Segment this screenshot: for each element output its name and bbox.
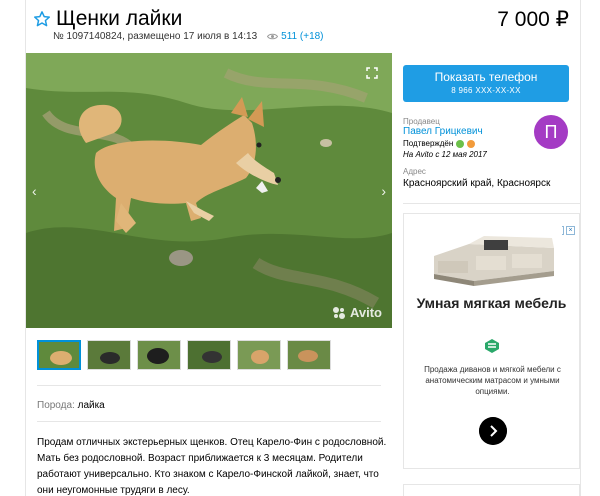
divider [403, 203, 580, 204]
breed-label: Порода: [37, 400, 75, 411]
verified-text: Подтверждён [403, 139, 454, 148]
page-title: Щенки лайки [56, 7, 183, 30]
avito-logo-icon [332, 306, 345, 319]
thumbnail-2[interactable] [87, 340, 131, 370]
arrow-left-icon[interactable]: ‹ [32, 183, 37, 199]
puppy-photo [26, 53, 392, 328]
seller-verified: Подтверждён [403, 139, 476, 148]
thumbnail-5[interactable] [237, 340, 281, 370]
title-row: Щенки лайки [33, 6, 182, 32]
ad-banner[interactable]: i × Умная мягкая мебель Продажа диванов … [403, 213, 580, 469]
arrow-right-icon[interactable]: › [381, 183, 386, 199]
expand-icon[interactable] [366, 67, 378, 79]
address-label: Адрес [403, 167, 426, 176]
show-phone-label: Показать телефон [434, 70, 538, 84]
sidebar-box [403, 484, 580, 496]
close-icon[interactable]: × [566, 226, 575, 235]
avito-watermark: Avito [332, 305, 382, 320]
watermark-text: Avito [349, 305, 382, 320]
avatar[interactable]: П [534, 115, 568, 149]
breed-param: Порода: лайка [37, 400, 105, 411]
listing-number-date: № 1097140824, размещено 17 июля в 14:13 [53, 31, 258, 42]
ad-headline: Умная мягкая мебель [416, 295, 567, 311]
divider [37, 385, 381, 386]
price: 7 000 ₽ [497, 8, 569, 31]
address: Красноярский край, Красноярск [403, 178, 551, 189]
phone-masked: 8 966 XXX-XX-XX [451, 86, 521, 95]
thumbnail-1[interactable] [37, 340, 81, 370]
thumbnail-4[interactable] [187, 340, 231, 370]
star-icon[interactable] [33, 10, 51, 28]
breed-value: лайка [77, 400, 105, 411]
arrow-right-circle-icon[interactable] [479, 417, 507, 445]
brand-logo-icon [485, 339, 499, 353]
seller-name-link[interactable]: Павел Грицкевич [403, 126, 483, 137]
show-phone-button[interactable]: Показать телефон 8 966 XXX-XX-XX [403, 65, 569, 102]
coin-icon [467, 139, 476, 148]
description: Продам отличных экстерьерных щенков. Оте… [37, 437, 387, 496]
divider [37, 421, 381, 422]
thumbnail-strip [37, 340, 331, 370]
seller-since: На Avito с 12 мая 2017 [403, 150, 487, 159]
sofa-image [424, 226, 562, 294]
ad-text: Продажа диванов и мягкой мебели с анатом… [424, 365, 561, 396]
seller-label: Продавец [403, 117, 440, 126]
listing-meta: № 1097140824, размещено 17 июля в 14:13 … [53, 31, 324, 42]
views-count[interactable]: 511 (+18) [281, 31, 323, 42]
thumbnail-6[interactable] [287, 340, 331, 370]
thumbnail-3[interactable] [137, 340, 181, 370]
main-photo[interactable]: ‹ › Avito [26, 53, 392, 328]
phone-check-icon [456, 139, 465, 148]
eye-icon [267, 33, 279, 40]
